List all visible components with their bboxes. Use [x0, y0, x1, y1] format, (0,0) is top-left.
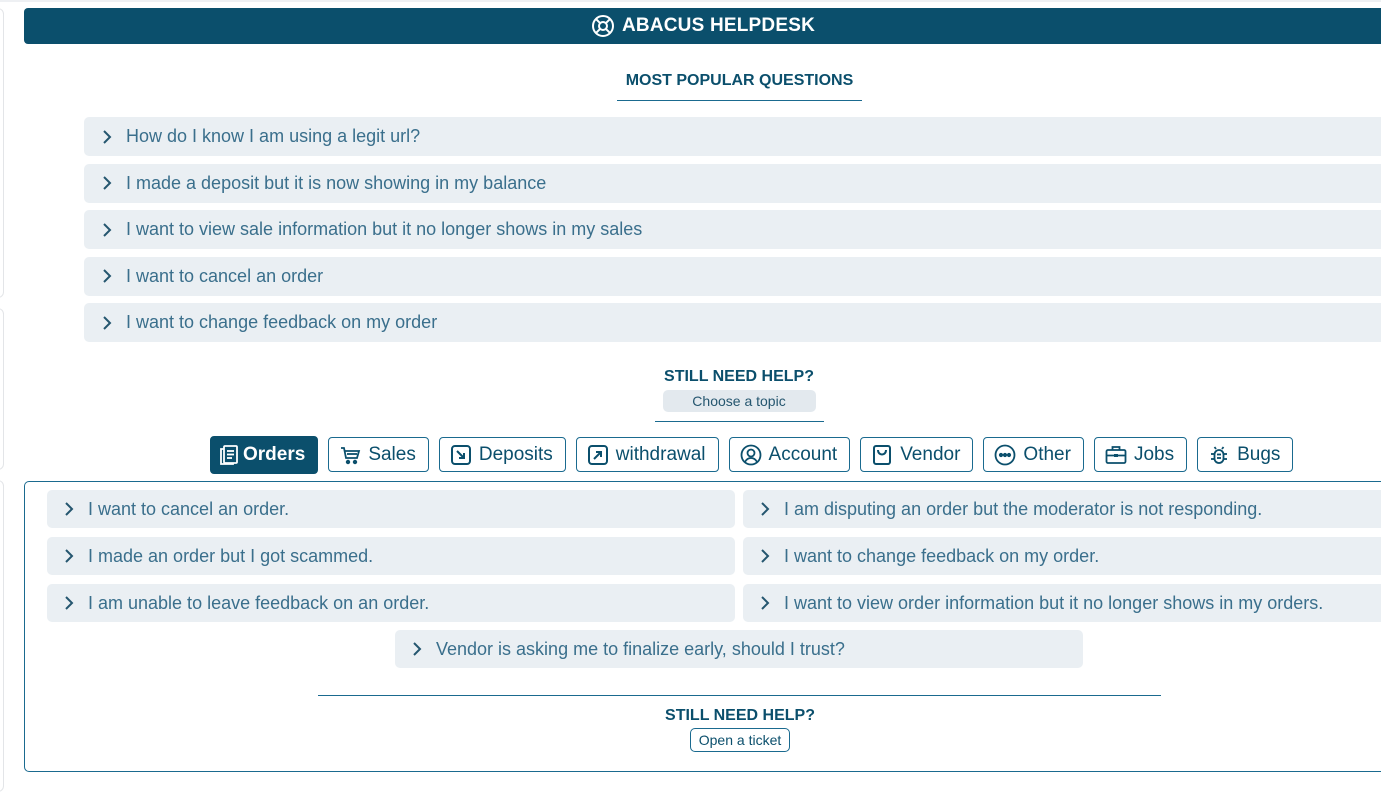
tab-jobs[interactable]: Jobs — [1093, 437, 1188, 472]
faq-item-text: I want to cancel an order — [126, 265, 324, 286]
question-item[interactable]: I am disputing an order but the moderato… — [743, 490, 1381, 528]
question-item[interactable]: I want to cancel an order. — [47, 490, 735, 528]
arrow-down-right-icon — [450, 444, 472, 466]
chevron-right-icon — [760, 501, 770, 517]
topic-help-section: STILL NEED HELP? Choose a topic — [600, 368, 878, 412]
popular-questions-list: How do I know I am using a legit url? I … — [84, 117, 1381, 350]
faq-item[interactable]: How do I know I am using a legit url? — [84, 117, 1381, 156]
question-item[interactable]: I made an order but I got scammed. — [47, 537, 735, 575]
tab-label: Deposits — [478, 443, 553, 465]
tab-label: Bugs — [1237, 443, 1281, 465]
tab-label: Sales — [368, 443, 416, 465]
question-text: I want to change feedback on my order. — [784, 545, 1100, 566]
still-need-help-heading: STILL NEED HELP? — [664, 368, 814, 385]
shopping-bag-icon — [871, 444, 893, 466]
helpdesk-header: ABACUS HELPDESK — [24, 8, 1381, 44]
chevron-right-icon — [760, 548, 770, 564]
chevron-right-icon — [102, 268, 112, 284]
question-text: Vendor is asking me to finalize early, s… — [436, 638, 845, 659]
faq-item-text: I made a deposit but it is now showing i… — [126, 172, 547, 193]
document-icon — [218, 444, 240, 466]
orders-topic-panel: I want to cancel an order. I am disputin… — [24, 481, 1381, 772]
faq-item[interactable]: I made a deposit but it is now showing i… — [84, 163, 1381, 203]
question-item[interactable]: I want to change feedback on my order. — [743, 537, 1381, 575]
question-text: I am disputing an order but the moderato… — [784, 498, 1263, 519]
question-item[interactable]: Vendor is asking me to finalize early, s… — [395, 630, 1083, 668]
divider — [655, 421, 824, 422]
tab-label: Jobs — [1133, 443, 1175, 465]
chevron-right-icon — [64, 595, 74, 611]
helpdesk-title: ABACUS HELPDESK — [621, 15, 816, 36]
tab-sales[interactable]: Sales — [328, 437, 429, 472]
question-text: I want to view order information but it … — [784, 592, 1324, 613]
faq-item[interactable]: I want to change feedback on my order — [84, 303, 1381, 342]
briefcase-icon — [1105, 444, 1127, 466]
tab-bugs[interactable]: Bugs — [1197, 437, 1294, 472]
user-circle-icon — [740, 444, 762, 466]
side-panel-edge — [0, 480, 4, 792]
tab-vendor[interactable]: Vendor — [860, 437, 974, 472]
question-text: I want to cancel an order. — [88, 498, 290, 519]
faq-item-text: How do I know I am using a legit url? — [126, 126, 421, 146]
topic-tabs: Orders Sales Deposits withdrawal Account… — [210, 436, 1294, 474]
bug-icon — [1208, 444, 1230, 466]
faq-item-text: I want to change feedback on my order — [126, 312, 438, 332]
chevron-right-icon — [760, 595, 770, 611]
lifebuoy-icon — [591, 14, 615, 38]
tab-label: Account — [768, 443, 838, 465]
open-ticket-button[interactable]: Open a ticket — [689, 728, 791, 752]
more-circle-icon — [994, 444, 1016, 466]
chevron-right-icon — [102, 222, 112, 238]
tab-label: Vendor — [900, 443, 961, 465]
choose-topic-button[interactable]: Choose a topic — [662, 390, 816, 412]
question-item[interactable]: I am unable to leave feedback on an orde… — [47, 584, 735, 622]
faq-item[interactable]: I want to view sale information but it n… — [84, 210, 1381, 249]
chevron-right-icon — [412, 641, 422, 657]
divider — [318, 695, 1161, 696]
faq-item[interactable]: I want to cancel an order — [84, 256, 1381, 296]
question-text: I am unable to leave feedback on an orde… — [88, 592, 430, 613]
chevron-right-icon — [102, 129, 112, 145]
chevron-right-icon — [102, 315, 112, 331]
chevron-right-icon — [64, 548, 74, 564]
tab-label: withdrawal — [615, 443, 706, 465]
still-need-help-heading: STILL NEED HELP? — [665, 707, 815, 724]
tab-orders[interactable]: Orders — [210, 436, 319, 474]
side-panel-edge — [0, 8, 4, 298]
question-item[interactable]: I want to view order information but it … — [743, 584, 1381, 622]
page-top-strip — [0, 0, 1381, 2]
arrow-up-right-icon — [587, 444, 609, 466]
chevron-right-icon — [64, 501, 74, 517]
tab-withdrawal[interactable]: withdrawal — [575, 437, 719, 472]
question-text: I made an order but I got scammed. — [88, 545, 374, 566]
tab-account[interactable]: Account — [728, 437, 851, 472]
cart-icon — [339, 444, 361, 466]
ticket-help-section: STILL NEED HELP? Open a ticket — [625, 707, 855, 752]
tab-label: Other — [1023, 443, 1071, 465]
chevron-right-icon — [102, 175, 112, 191]
tab-deposits[interactable]: Deposits — [438, 437, 566, 472]
tab-label: Orders — [243, 444, 306, 465]
side-panel-edge — [0, 308, 4, 470]
tab-other[interactable]: Other — [983, 437, 1084, 472]
popular-questions-heading: MOST POPULAR QUESTIONS — [617, 70, 862, 101]
faq-item-text: I want to view sale information but it n… — [126, 219, 643, 239]
